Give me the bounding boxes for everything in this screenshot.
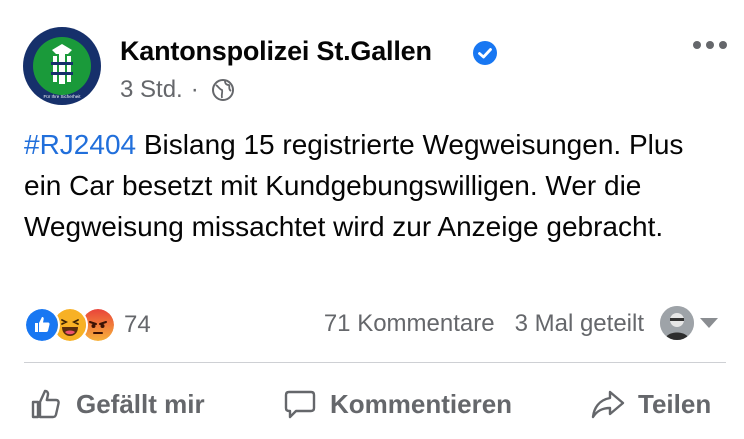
comment-label: Kommentieren: [330, 388, 513, 419]
comment-count-link[interactable]: 71 Kommentare: [324, 310, 495, 338]
viewer-avatar[interactable]: [660, 306, 694, 340]
like-label: Gefällt mir: [76, 388, 205, 419]
post-meta: 3 Std. ·: [120, 76, 235, 104]
post-action-bar: Gefällt mir Kommentieren Teilen: [0, 380, 744, 430]
share-label: Teilen: [638, 388, 712, 419]
page-avatar[interactable]: Für Ihre Sicherheit: [22, 26, 102, 106]
comment-icon: [284, 390, 316, 419]
more-options-icon[interactable]: [692, 40, 728, 50]
like-icon: [24, 307, 60, 343]
user-avatar-icon: [660, 306, 694, 340]
reaction-count: 74: [124, 311, 151, 338]
share-count-link[interactable]: 3 Mal geteilt: [515, 310, 644, 338]
reaction-summary[interactable]: 74: [24, 307, 151, 343]
audience-dropdown-caret-icon[interactable]: [700, 318, 718, 328]
hashtag-link[interactable]: #RJ2404: [24, 129, 136, 160]
engagement-stats: 71 Kommentare 3 Mal geteilt: [324, 310, 644, 338]
thumbs-up-icon: [31, 389, 60, 419]
comment-button[interactable]: Kommentieren: [282, 386, 512, 422]
facebook-post: Für Ihre Sicherheit Kantonspolizei St.Ga…: [0, 0, 744, 439]
share-arrow-icon: [591, 390, 625, 419]
post-text: #RJ2404 Bislang 15 registrierte Wegweisu…: [24, 124, 724, 247]
post-timestamp[interactable]: 3 Std.: [120, 76, 183, 104]
like-button[interactable]: Gefällt mir: [28, 386, 205, 422]
avatar-motto: Für Ihre Sicherheit: [43, 94, 81, 99]
page-name[interactable]: Kantonspolizei St.Gallen: [120, 36, 432, 67]
verified-badge-icon: [473, 41, 497, 65]
meta-separator: ·: [190, 76, 199, 103]
divider: [24, 362, 726, 363]
share-button[interactable]: Teilen: [590, 386, 711, 422]
globe-icon[interactable]: [211, 78, 235, 102]
